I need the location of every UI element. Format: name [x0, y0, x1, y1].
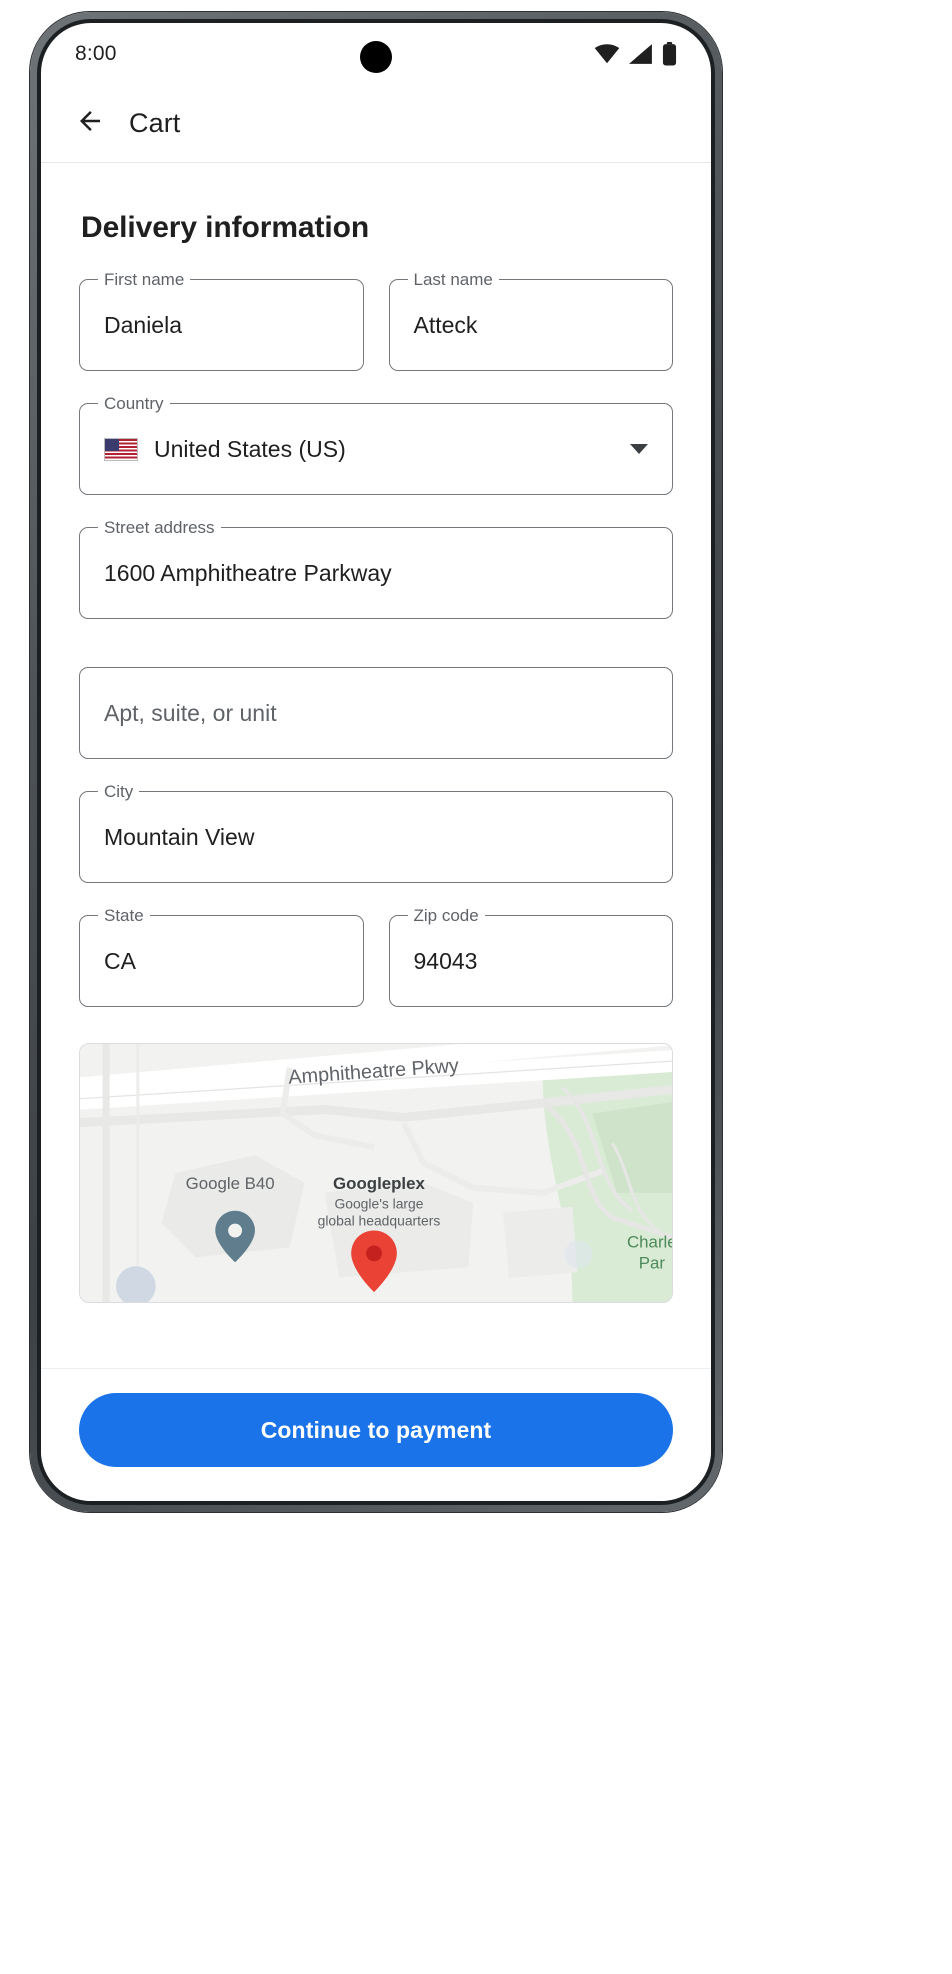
status-icons — [594, 42, 677, 66]
zip-code-value: 94043 — [413, 947, 478, 974]
device-frame: 8:00 Cart Delivery information First nam… — [30, 12, 722, 1512]
apt-field[interactable]: Apt, suite, or unit — [79, 667, 673, 759]
status-time: 8:00 — [75, 42, 117, 65]
map-poi-park1: Charle — [627, 1232, 672, 1251]
country-label: Country — [98, 394, 170, 414]
street-address-value: 1600 Amphitheatre Parkway — [104, 559, 392, 586]
state-label: State — [98, 906, 150, 926]
name-row: First name Daniela Last name Atteck — [79, 270, 673, 403]
zip-code-label: Zip code — [407, 906, 485, 926]
app-bar: Cart — [41, 85, 711, 163]
cellular-signal-icon — [629, 44, 653, 64]
last-name-field[interactable]: Last name Atteck — [388, 270, 673, 371]
map-poi-park2: Par — [639, 1253, 666, 1272]
street-address-label: Street address — [98, 518, 221, 538]
country-value: United States (US) — [154, 435, 346, 462]
back-button[interactable] — [67, 101, 113, 147]
map-poi-b40: Google B40 — [186, 1174, 275, 1193]
city-label: City — [98, 782, 140, 802]
zip-code-field[interactable]: Zip code 94043 — [388, 906, 673, 1007]
page-title: Cart — [129, 108, 181, 138]
map-poi-googleplex: Googleplex — [333, 1174, 425, 1193]
status-bar: 8:00 — [41, 23, 711, 85]
wifi-icon — [594, 44, 620, 64]
bottom-action-bar: Continue to payment — [41, 1368, 711, 1501]
street-address-field[interactable]: Street address 1600 Amphitheatre Parkway — [79, 518, 673, 619]
first-name-value: Daniela — [104, 311, 182, 338]
map-poi-googleplex-sub1: Google's large — [334, 1196, 423, 1212]
delivery-form: Delivery information First name Daniela … — [41, 163, 711, 1501]
last-name-label: Last name — [407, 270, 499, 290]
apt-placeholder: Apt, suite, or unit — [104, 699, 277, 726]
first-name-field[interactable]: First name Daniela — [79, 270, 364, 371]
us-flag-icon — [104, 437, 138, 461]
phone-screen: 8:00 Cart Delivery information First nam… — [41, 23, 711, 1501]
continue-to-payment-button[interactable]: Continue to payment — [79, 1393, 673, 1467]
device-bezel: 8:00 Cart Delivery information First nam… — [37, 19, 715, 1505]
map-graphic: Amphitheatre Pkwy Google B40 Googleplex … — [80, 1044, 672, 1302]
map-poi-googleplex-sub2: global headquarters — [318, 1213, 441, 1229]
state-zip-row: State CA Zip code 94043 — [79, 906, 673, 1039]
city-value: Mountain View — [104, 823, 255, 850]
city-field[interactable]: City Mountain View — [79, 782, 673, 883]
country-select[interactable]: Country United States (US) — [79, 394, 673, 495]
map-preview[interactable]: Amphitheatre Pkwy Google B40 Googleplex … — [79, 1043, 673, 1303]
arrow-back-icon — [75, 106, 105, 141]
last-name-value: Atteck — [413, 311, 478, 338]
chevron-down-icon[interactable] — [630, 444, 648, 454]
first-name-label: First name — [98, 270, 191, 290]
state-field[interactable]: State CA — [79, 906, 364, 1007]
section-title: Delivery information — [81, 211, 370, 244]
state-value: CA — [104, 947, 136, 974]
camera-cutout — [360, 41, 392, 73]
battery-icon — [662, 42, 677, 66]
